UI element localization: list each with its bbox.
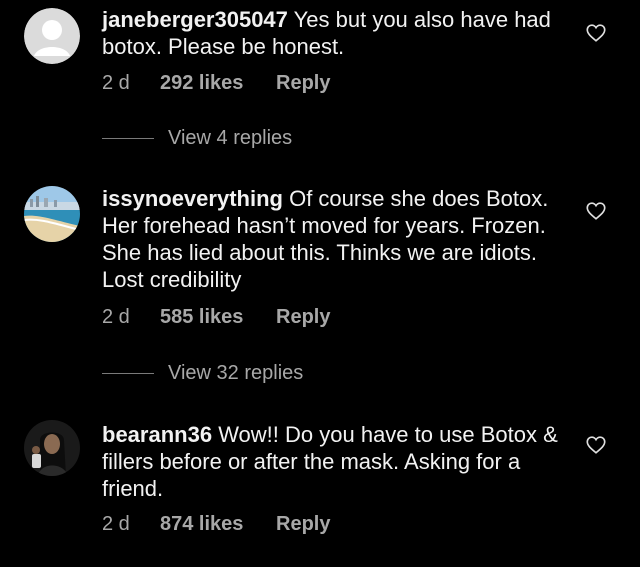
reply-button[interactable]: Reply <box>276 72 330 95</box>
comment-text: issynoeverything Of course she does Boto… <box>102 185 572 293</box>
view-replies-label: View 32 replies <box>168 362 304 384</box>
comment-meta: 2 d 874 likes Reply <box>102 513 330 536</box>
reply-button[interactable]: Reply <box>276 513 330 536</box>
view-replies-button[interactable]: View 32 replies <box>102 362 303 385</box>
comment-username[interactable]: issynoeverything <box>102 186 283 211</box>
comment-text: janeberger305047 Yes but you also have h… <box>102 6 572 60</box>
comment-meta: 2 d 585 likes Reply <box>102 306 330 329</box>
divider-line <box>102 138 154 139</box>
view-replies-button[interactable]: View 4 replies <box>102 127 292 150</box>
heart-icon[interactable] <box>585 200 607 222</box>
avatar[interactable] <box>24 420 80 476</box>
avatar[interactable] <box>24 8 80 64</box>
default-avatar-icon <box>24 8 80 64</box>
beach-photo-avatar <box>24 186 80 242</box>
avatar[interactable] <box>24 186 80 242</box>
comment-username[interactable]: janeberger305047 <box>102 7 288 32</box>
comment-time: 2 d <box>102 513 130 535</box>
reply-button[interactable]: Reply <box>276 306 330 329</box>
comment-text: bearann36 Wow!! Do you have to use Botox… <box>102 421 572 502</box>
likes-count[interactable]: 292 likes <box>160 72 276 95</box>
heart-icon[interactable] <box>585 22 607 44</box>
likes-count[interactable]: 585 likes <box>160 306 276 329</box>
profile-photo-avatar <box>24 420 80 476</box>
divider-line <box>102 373 154 374</box>
comment-meta: 2 d 292 likes Reply <box>102 72 330 95</box>
comment-time: 2 d <box>102 306 130 328</box>
comment-time: 2 d <box>102 72 130 94</box>
comment-username[interactable]: bearann36 <box>102 422 212 447</box>
likes-count[interactable]: 874 likes <box>160 513 276 536</box>
view-replies-label: View 4 replies <box>168 127 293 149</box>
heart-icon[interactable] <box>585 434 607 456</box>
